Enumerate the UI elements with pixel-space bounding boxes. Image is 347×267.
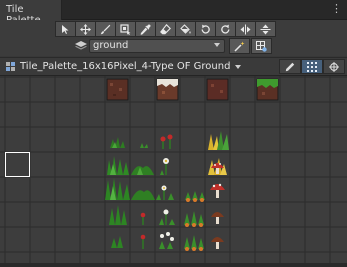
paint-bucket-icon	[180, 23, 191, 34]
box-fill-icon	[120, 23, 131, 35]
box-fill-tool-button[interactable]	[115, 21, 136, 37]
crosshair-icon	[329, 61, 339, 72]
edit-palette-button[interactable]	[279, 59, 301, 74]
tilemap-settings-button[interactable]	[251, 38, 272, 54]
palette-bar: Tile_Palette_16x16Pixel_4-Type OF Ground	[0, 57, 347, 76]
palette-dropdown[interactable]: Tile_Palette_16x16Pixel_4-Type OF Ground	[20, 60, 242, 74]
tile-palette-icon	[6, 62, 15, 71]
chevron-down-icon	[235, 65, 242, 69]
flip-horizontal-icon	[240, 24, 251, 34]
eraser-icon	[160, 23, 171, 34]
tile-white-flower-cluster[interactable]	[159, 232, 174, 249]
toggle-grid-button[interactable]	[301, 59, 323, 74]
tile-red-flower-single[interactable]	[140, 212, 146, 225]
window-bottom-edge	[0, 263, 347, 267]
tile-palette-tab[interactable]: Tile Palette	[0, 0, 62, 26]
gizmos-button[interactable]	[323, 59, 345, 74]
magic-wand-icon	[234, 41, 245, 52]
tile-mushroom-red-large[interactable]	[210, 183, 225, 198]
tile-white-flower-leaves[interactable]	[159, 209, 175, 226]
cursor-icon	[62, 24, 69, 34]
flip-x-tool-button[interactable]	[235, 21, 256, 37]
tile-carrot-patch[interactable]	[184, 211, 204, 227]
rotate-counterclockwise-icon	[201, 24, 210, 34]
window-titlebar: Tile Palette ⋮	[0, 0, 347, 26]
tile-mushroom-brown[interactable]	[211, 212, 224, 224]
tool-strip	[55, 21, 276, 37]
tile-red-flower-stem[interactable]	[140, 234, 146, 249]
tile-grass-dirt[interactable]	[256, 78, 279, 101]
tile-dirt[interactable]	[106, 78, 129, 101]
tile-white-flower-sprout[interactable]	[156, 185, 174, 201]
active-tilemap-label: ground	[93, 40, 129, 51]
active-tilemap-dropdown[interactable]: ground	[89, 39, 225, 53]
palette-dropdown-label: Tile_Palette_16x16Pixel_4-Type OF Ground	[20, 61, 231, 72]
tile-carrot-row[interactable]	[184, 235, 204, 251]
rotate-ccw-tool-button[interactable]	[195, 21, 216, 37]
select-tool-button[interactable]	[55, 21, 76, 37]
layers-icon	[75, 41, 87, 50]
flood-fill-tool-button[interactable]	[175, 21, 196, 37]
toolbar: ground	[0, 20, 347, 56]
tile-grass-tall-large[interactable]	[105, 178, 130, 200]
picker-tool-button[interactable]	[135, 21, 156, 37]
tile-grass-clump[interactable]	[131, 190, 155, 200]
eraser-tool-button[interactable]	[155, 21, 176, 37]
eyedropper-icon	[140, 23, 151, 35]
flip-y-tool-button[interactable]	[255, 21, 276, 37]
palette-tile-grid[interactable]	[0, 76, 347, 263]
chevron-down-icon	[214, 43, 220, 47]
tile-carrot-flowers[interactable]	[185, 191, 205, 202]
palette-grid-area[interactable]	[0, 76, 347, 263]
grid-gear-icon	[256, 40, 267, 52]
tile-grass-small[interactable]	[111, 236, 123, 248]
tile-mushroom-brown-small[interactable]	[211, 237, 224, 249]
tile-grass-tuft-small[interactable]	[110, 137, 125, 148]
tile-grass-sprout[interactable]	[140, 143, 148, 148]
tile-grass-tall[interactable]	[109, 205, 127, 225]
brush-icon	[100, 24, 111, 34]
move-arrows-icon	[80, 23, 91, 35]
grid-icon	[307, 61, 317, 72]
rotate-cw-tool-button[interactable]	[215, 21, 236, 37]
focus-on-button[interactable]	[229, 38, 250, 54]
paint-tool-button[interactable]	[95, 21, 116, 37]
tile-daisy-white[interactable]	[160, 158, 169, 175]
tile-grass-mound[interactable]	[131, 166, 154, 175]
pencil-icon	[285, 62, 295, 71]
more-options-icon[interactable]: ⋮	[331, 3, 342, 15]
tile-dirt-snow[interactable]	[156, 78, 179, 101]
tile-dirt-dark[interactable]	[206, 78, 229, 101]
rotate-clockwise-icon	[221, 24, 230, 34]
tile-flower-red-pair[interactable]	[160, 134, 173, 150]
move-tool-button[interactable]	[75, 21, 96, 37]
selection-cursor[interactable]	[5, 152, 30, 177]
tile-grass-bush-large[interactable]	[107, 156, 129, 175]
tile-wheat-grass[interactable]	[208, 131, 229, 150]
flip-vertical-icon	[260, 24, 271, 34]
